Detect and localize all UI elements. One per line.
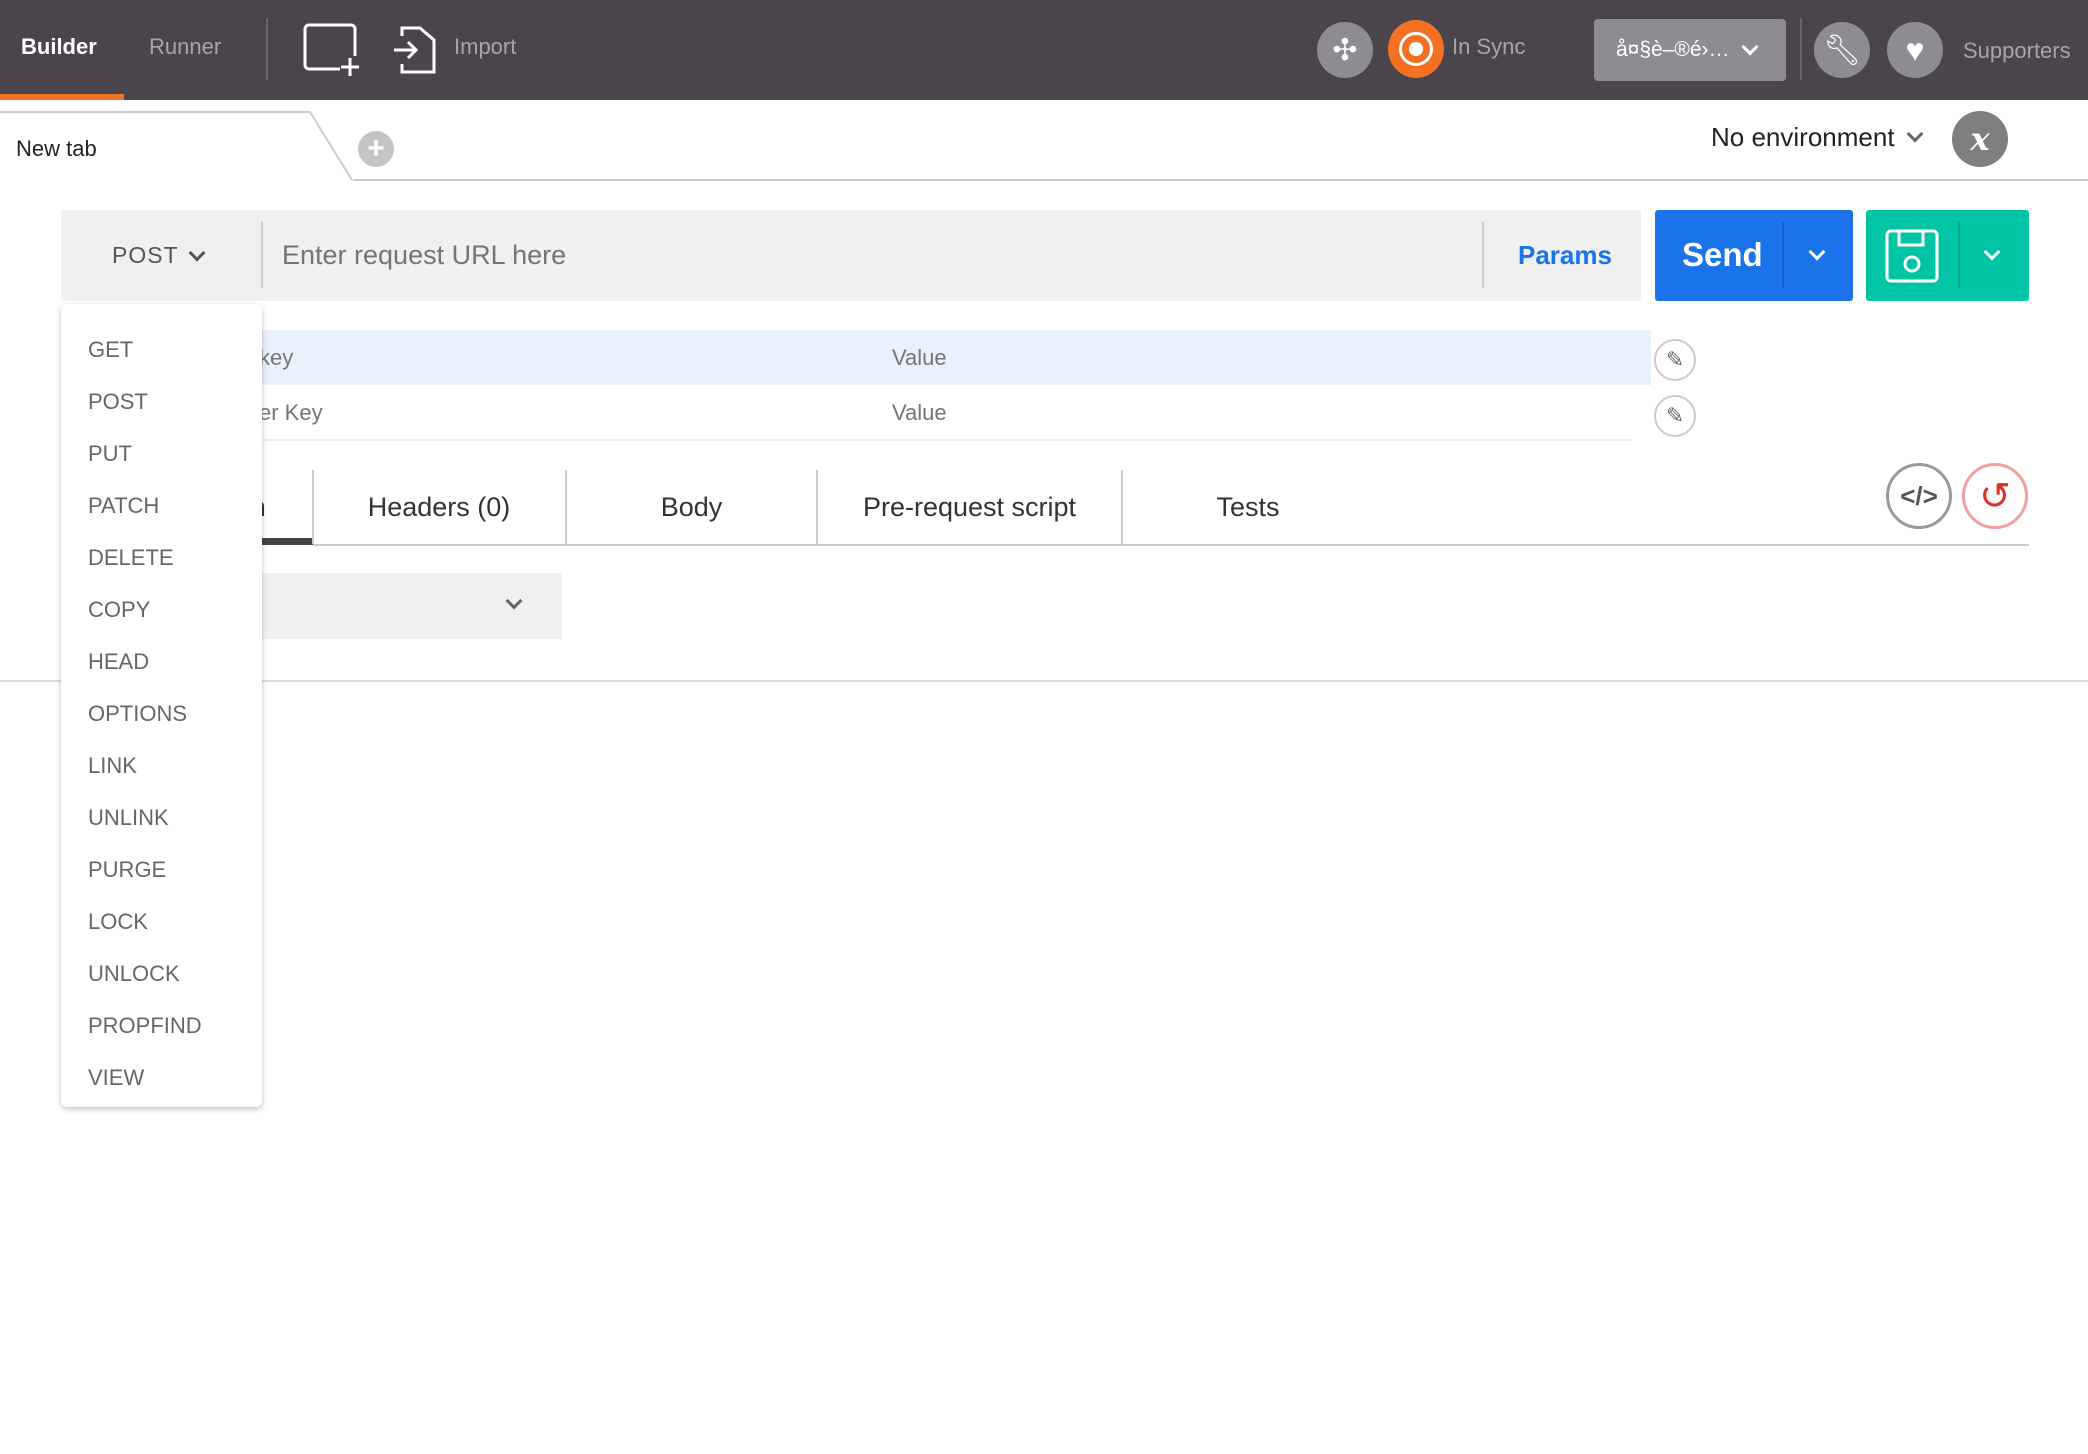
sync-status: In Sync (1452, 34, 1526, 59)
menu-item-unlink[interactable]: UNLINK (61, 792, 262, 844)
menu-item-put[interactable]: PUT (61, 428, 262, 480)
method-selector[interactable]: POST (112, 242, 206, 269)
chevron-down-icon (1741, 38, 1759, 56)
divider (266, 18, 268, 80)
chevron-down-icon (1906, 125, 1924, 142)
environment-label: No environment (1711, 122, 1895, 152)
menu-item-copy[interactable]: COPY (61, 584, 262, 636)
menu-item-patch[interactable]: PATCH (61, 480, 262, 532)
menu-item-delete[interactable]: DELETE (61, 532, 262, 584)
param-row (61, 386, 1651, 441)
sync-icon[interactable] (1388, 20, 1444, 78)
menu-item-unlock[interactable]: UNLOCK (61, 948, 262, 1000)
send-label: Send (1682, 236, 1763, 273)
divider (1800, 18, 1802, 80)
import-button[interactable]: Import (454, 34, 516, 60)
params-button[interactable]: Params (1518, 240, 1612, 271)
chevron-down-icon (505, 592, 523, 610)
wrench-icon[interactable]: 🔧︎ (1814, 22, 1870, 78)
tabs-divider (313, 544, 2029, 546)
menu-item-lock[interactable]: LOCK (61, 896, 262, 948)
tab-tests[interactable]: Tests (1123, 470, 1373, 544)
param-value-input[interactable] (881, 330, 1581, 385)
code-icon[interactable]: </> (1886, 463, 1952, 529)
tab-builder[interactable]: Builder (21, 34, 97, 60)
url-bar: POST Params (61, 210, 1641, 301)
save-button[interactable] (1866, 210, 2029, 301)
tab-runner[interactable]: Runner (149, 34, 221, 60)
menu-item-propfind[interactable]: PROPFIND (61, 1000, 262, 1052)
menu-item-get[interactable]: GET (61, 324, 262, 376)
chevron-down-icon[interactable] (1808, 243, 1826, 261)
divider (261, 222, 263, 288)
url-input[interactable] (266, 220, 1476, 290)
reset-icon[interactable]: ↺ (1962, 463, 2028, 529)
menu-item-link[interactable]: LINK (61, 740, 262, 792)
param-key-input[interactable] (251, 330, 851, 385)
edit-pencil-icon[interactable]: ✎ (1654, 395, 1696, 437)
environment-quick-look-icon[interactable]: x (1952, 111, 2008, 167)
tab-body[interactable]: Body (567, 470, 816, 544)
divider (1482, 222, 1484, 288)
import-icon[interactable] (392, 22, 438, 78)
send-button[interactable]: Send (1655, 210, 1853, 301)
method-dropdown-menu: GET POST PUT PATCH DELETE COPY HEAD OPTI… (61, 304, 262, 1107)
menu-item-post[interactable]: POST (61, 376, 262, 428)
supporters-button[interactable]: Supporters (1963, 38, 2071, 64)
chevron-down-icon (188, 244, 206, 261)
save-icon (1885, 229, 1939, 283)
new-window-icon[interactable] (302, 22, 364, 78)
menu-item-options[interactable]: OPTIONS (61, 688, 262, 740)
add-tab-icon[interactable]: + (358, 131, 394, 167)
workspace-dropdown[interactable]: å¤§è–®é›… (1594, 19, 1786, 81)
section-divider (0, 680, 2088, 682)
menu-item-head[interactable]: HEAD (61, 636, 262, 688)
chevron-down-icon[interactable] (1983, 243, 2001, 261)
tab-headers[interactable]: Headers (0) (314, 470, 564, 544)
tab-pre-request-script[interactable]: Pre-request script (818, 470, 1121, 544)
active-tab-indicator (0, 94, 124, 100)
param-row (61, 330, 1651, 385)
interceptor-icon[interactable]: ✣ (1317, 22, 1373, 78)
heart-icon[interactable]: ♥ (1887, 22, 1943, 78)
tab-row-divider (353, 179, 2088, 181)
divider (1782, 222, 1784, 288)
param-key-input[interactable] (251, 386, 924, 441)
tab-new-tab[interactable]: New tab (16, 136, 97, 162)
workspace-name: å¤§è–®é›… (1616, 38, 1730, 61)
edit-pencil-icon[interactable]: ✎ (1654, 339, 1696, 381)
param-value-input[interactable] (884, 386, 1632, 441)
menu-item-purge[interactable]: PURGE (61, 844, 262, 896)
method-label: POST (112, 242, 179, 268)
divider (1958, 222, 1960, 288)
top-bar: Builder Runner Import ✣ In Sync å¤§è–®é›… (0, 0, 2088, 100)
menu-item-view[interactable]: VIEW (61, 1052, 262, 1104)
environment-dropdown[interactable]: No environment (1711, 122, 1924, 153)
